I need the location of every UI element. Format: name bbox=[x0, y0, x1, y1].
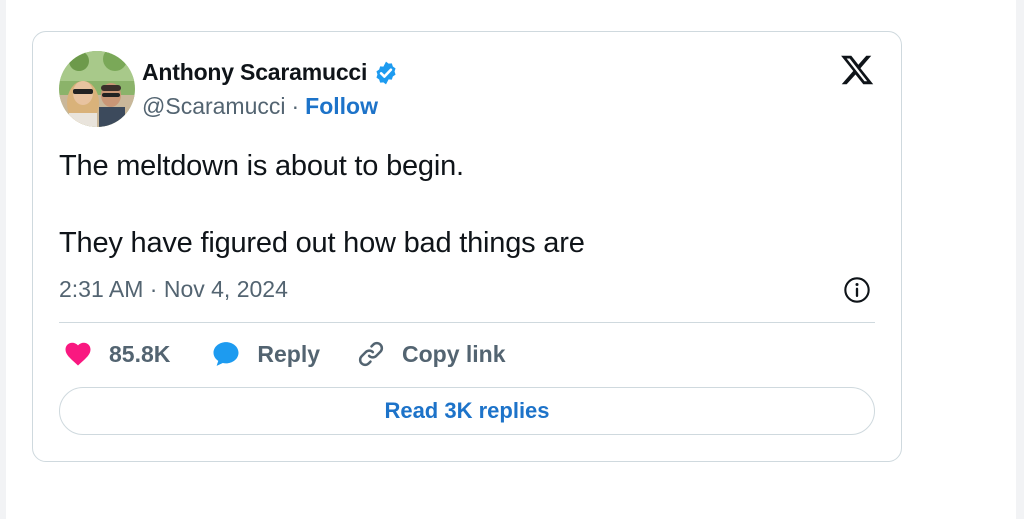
tweet-timestamp[interactable]: 2:31 AM · Nov 4, 2024 bbox=[59, 276, 288, 303]
verified-badge-icon bbox=[376, 61, 396, 84]
tweet-date: Nov 4, 2024 bbox=[163, 276, 288, 302]
name-row: Anthony Scaramucci bbox=[142, 59, 399, 86]
reply-label: Reply bbox=[257, 340, 321, 367]
page-edge-right bbox=[1016, 0, 1024, 519]
tweet-line: They have figured out how bad things are bbox=[59, 227, 585, 259]
divider bbox=[59, 322, 875, 323]
display-name[interactable]: Anthony Scaramucci bbox=[142, 59, 367, 86]
x-logo-icon[interactable] bbox=[839, 52, 875, 88]
meta-separator: · bbox=[149, 276, 158, 302]
handle-row: @Scaramucci · Follow bbox=[142, 93, 378, 120]
info-icon[interactable] bbox=[843, 276, 871, 304]
handle[interactable]: @Scaramucci bbox=[142, 93, 286, 120]
action-bar: 85.8K Reply Copy link bbox=[63, 339, 506, 369]
reply-button[interactable]: Reply bbox=[211, 339, 320, 369]
like-button[interactable]: 85.8K bbox=[63, 339, 170, 369]
like-count: 85.8K bbox=[109, 340, 171, 367]
tweet-text: The meltdown is about to begin. They hav… bbox=[59, 147, 585, 263]
read-replies-label: Read 3K replies bbox=[384, 398, 550, 423]
tweet-line: The meltdown is about to begin. bbox=[59, 150, 464, 182]
copy-link-label: Copy link bbox=[402, 340, 506, 367]
page-edge-left bbox=[0, 0, 6, 519]
avatar[interactable] bbox=[59, 51, 135, 127]
speech-bubble-icon bbox=[213, 342, 239, 366]
handle-separator: · bbox=[291, 93, 300, 119]
tweet-time: 2:31 AM bbox=[59, 276, 144, 302]
follow-link[interactable]: Follow bbox=[305, 93, 378, 120]
heart-icon bbox=[65, 342, 91, 366]
avatar-image bbox=[59, 51, 135, 127]
read-replies-button[interactable]: Read 3K replies bbox=[59, 387, 875, 435]
copy-link-button[interactable]: Copy link bbox=[356, 339, 506, 369]
link-icon bbox=[358, 341, 384, 367]
tweet-card: Anthony Scaramucci @Scaramucci · Follow … bbox=[32, 31, 902, 462]
